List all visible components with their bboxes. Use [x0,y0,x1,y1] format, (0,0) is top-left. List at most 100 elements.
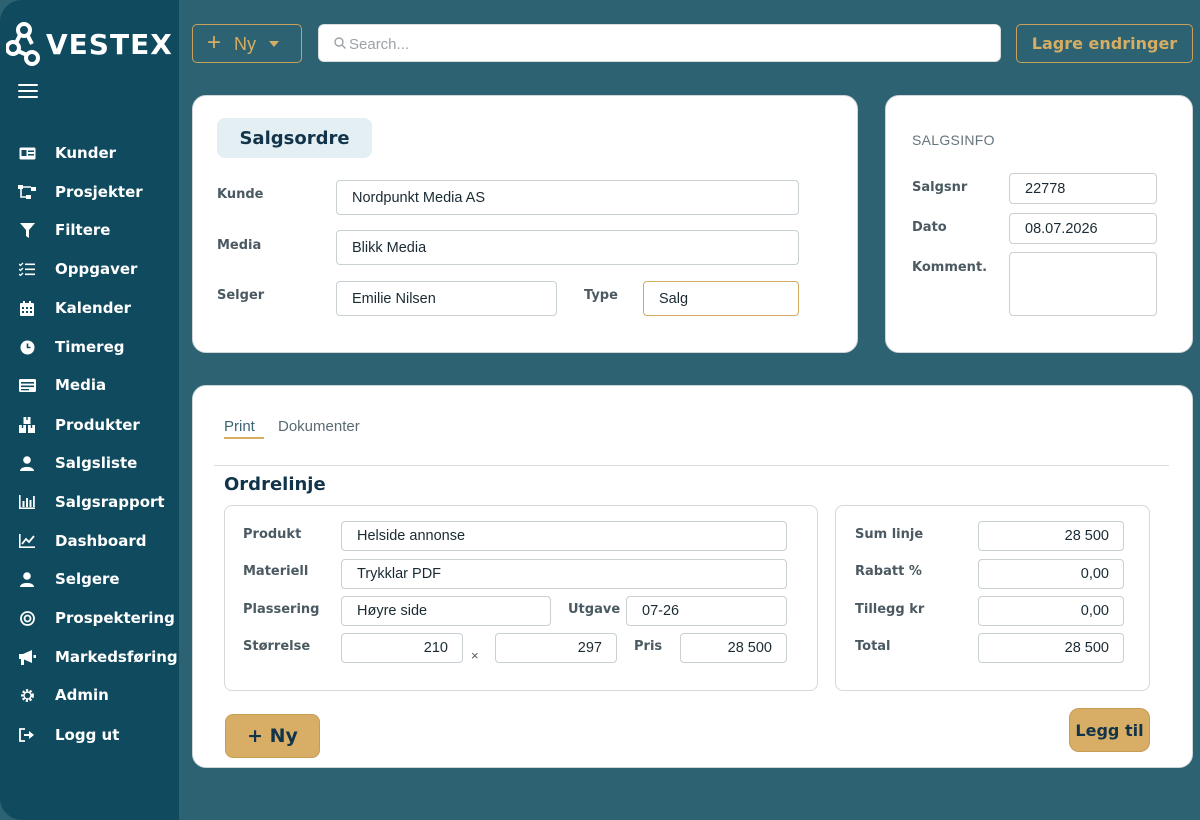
salgsnr-label: Salgsnr [912,180,968,195]
sidebar-item-salgsrapport[interactable]: Salgsrapport [0,487,179,517]
sidebar-item-produkter[interactable]: Produkter [0,410,179,440]
calendar-icon [18,300,36,316]
materiell-field[interactable]: Trykklar PDF [341,559,787,589]
kunde-field[interactable]: Nordpunkt Media AS [336,180,799,215]
sidebar-item-label: Prosjekter [55,183,143,201]
order-line-details: Produkt Helside annonse Materiell Trykkl… [224,505,818,691]
komment-field[interactable] [1009,252,1157,316]
sidebar-item-salgsliste[interactable]: Salgsliste [0,448,179,478]
produkt-label: Produkt [243,527,302,542]
media-field[interactable]: Blikk Media [336,230,799,265]
sidebar-item-label: Kalender [55,299,132,317]
sidebar-item-kunder[interactable]: Kunder [0,138,179,168]
sidebar-item-timereg[interactable]: Timereg [0,332,179,362]
new-dropdown-button[interactable]: + Ny [192,24,302,63]
sidebar-item-selgere[interactable]: Selgere [0,564,179,594]
checklist-icon [18,261,36,277]
sales-info-card: SALGSINFO Salgsnr 22778 Dato 08.07.2026 … [885,95,1193,353]
sidebar-item-media[interactable]: Media [0,370,179,400]
sidebar-item-prospektering[interactable]: Prospektering [0,603,179,633]
sidebar-item-label: Oppgaver [55,260,138,278]
sidebar-item-label: Logg ut [55,726,120,744]
sidebar-item-label: Produkter [55,416,140,434]
new-button-label: Ny [234,34,256,54]
sidebar-item-markedsforing[interactable]: Markedsføring [0,642,179,672]
sum-label: Sum linje [855,527,924,542]
brand-logo[interactable]: VESTEX [6,22,173,66]
sidebar-item-prosjekter[interactable]: Prosjekter [0,177,179,207]
pris-label: Pris [634,639,663,654]
plassering-field[interactable]: Høyre side [341,596,551,626]
clock-icon [18,339,36,355]
filter-icon [18,222,36,238]
salgsnr-field[interactable]: 22778 [1009,173,1157,204]
add-line-button[interactable]: Legg til [1069,708,1150,752]
sidebar-item-label: Salgsrapport [55,493,165,511]
id-card-icon [18,145,36,161]
search-bar [318,24,1001,62]
selger-field[interactable]: Emilie Nilsen [336,281,557,316]
produkt-field[interactable]: Helside annonse [341,521,787,551]
page-title: Salgsordre [217,118,372,158]
sidebar-item-label: Prospektering [55,609,175,627]
tab-dokumenter[interactable]: Dokumenter [278,418,360,435]
brand-name: VESTEX [46,27,173,61]
type-field[interactable]: Salg [643,281,799,316]
dato-field[interactable]: 08.07.2026 [1009,213,1157,244]
rabatt-label: Rabatt % [855,564,922,579]
new-line-button[interactable]: + Ny [225,714,320,758]
sidebar-item-kalender[interactable]: Kalender [0,293,179,323]
sidebar-item-oppgaver[interactable]: Oppgaver [0,254,179,284]
dato-label: Dato [912,220,947,235]
sales-order-card: Salgsordre Kunde Nordpunkt Media AS Medi… [192,95,858,353]
sidebar-item-dashboard[interactable]: Dashboard [0,526,179,556]
komment-label: Komment. [912,260,988,275]
tillegg-label: Tillegg kr [855,602,925,617]
width-field[interactable]: 210 [341,633,463,663]
sidebar-item-filtere[interactable]: Filtere [0,215,179,245]
gear-icon [18,687,36,703]
total-field[interactable]: 28 500 [978,633,1124,663]
menu-toggle-icon[interactable] [18,84,38,98]
media-icon [18,377,36,393]
sidebar: VESTEX Kunder Prosjekter Filtere Oppgave… [0,0,179,820]
user-icon [18,455,36,471]
rabatt-field[interactable]: 0,00 [978,559,1124,589]
plus-icon: + [207,29,222,56]
sidebar-item-admin[interactable]: Admin [0,680,179,710]
bar-chart-icon [18,494,36,510]
sum-field[interactable]: 28 500 [978,521,1124,551]
save-changes-button[interactable]: Lagre endringer [1016,24,1193,63]
sidebar-item-label: Salgsliste [55,454,138,472]
order-line-title: Ordrelinje [224,474,326,495]
utgave-field[interactable]: 07-26 [626,596,787,626]
app-window: VESTEX Kunder Prosjekter Filtere Oppgave… [0,0,1200,820]
boxes-icon [18,417,36,433]
pris-field[interactable]: 28 500 [680,633,787,663]
sidebar-item-label: Selgere [55,570,120,588]
sidebar-item-logg-ut[interactable]: Logg ut [0,720,179,750]
order-line-card: Print Dokumenter Ordrelinje Produkt Hels… [192,385,1193,768]
search-input[interactable] [349,33,989,55]
logout-icon [18,727,36,743]
sidebar-item-label: Kunder [55,144,117,162]
target-icon [18,610,36,626]
storrelse-label: Størrelse [243,639,311,654]
sales-info-title: SALGSINFO [912,132,995,148]
sidebar-item-label: Markedsføring [55,648,178,666]
height-field[interactable]: 297 [495,633,617,663]
sidebar-item-label: Dashboard [55,532,147,550]
total-label: Total [855,639,891,654]
sidebar-item-label: Admin [55,686,109,704]
tillegg-field[interactable]: 0,00 [978,596,1124,626]
order-summary: Sum linje 28 500 Rabatt % 0,00 Tillegg k… [835,505,1150,691]
vestex-logo-icon [6,22,40,66]
caret-down-icon [269,41,279,47]
sidebar-item-label: Media [55,376,107,394]
sidebar-item-label: Filtere [55,221,111,239]
tab-print[interactable]: Print [224,418,255,435]
megaphone-icon [18,649,36,665]
kunde-label: Kunde [217,187,264,202]
search-icon [334,37,346,49]
type-label: Type [584,288,618,303]
